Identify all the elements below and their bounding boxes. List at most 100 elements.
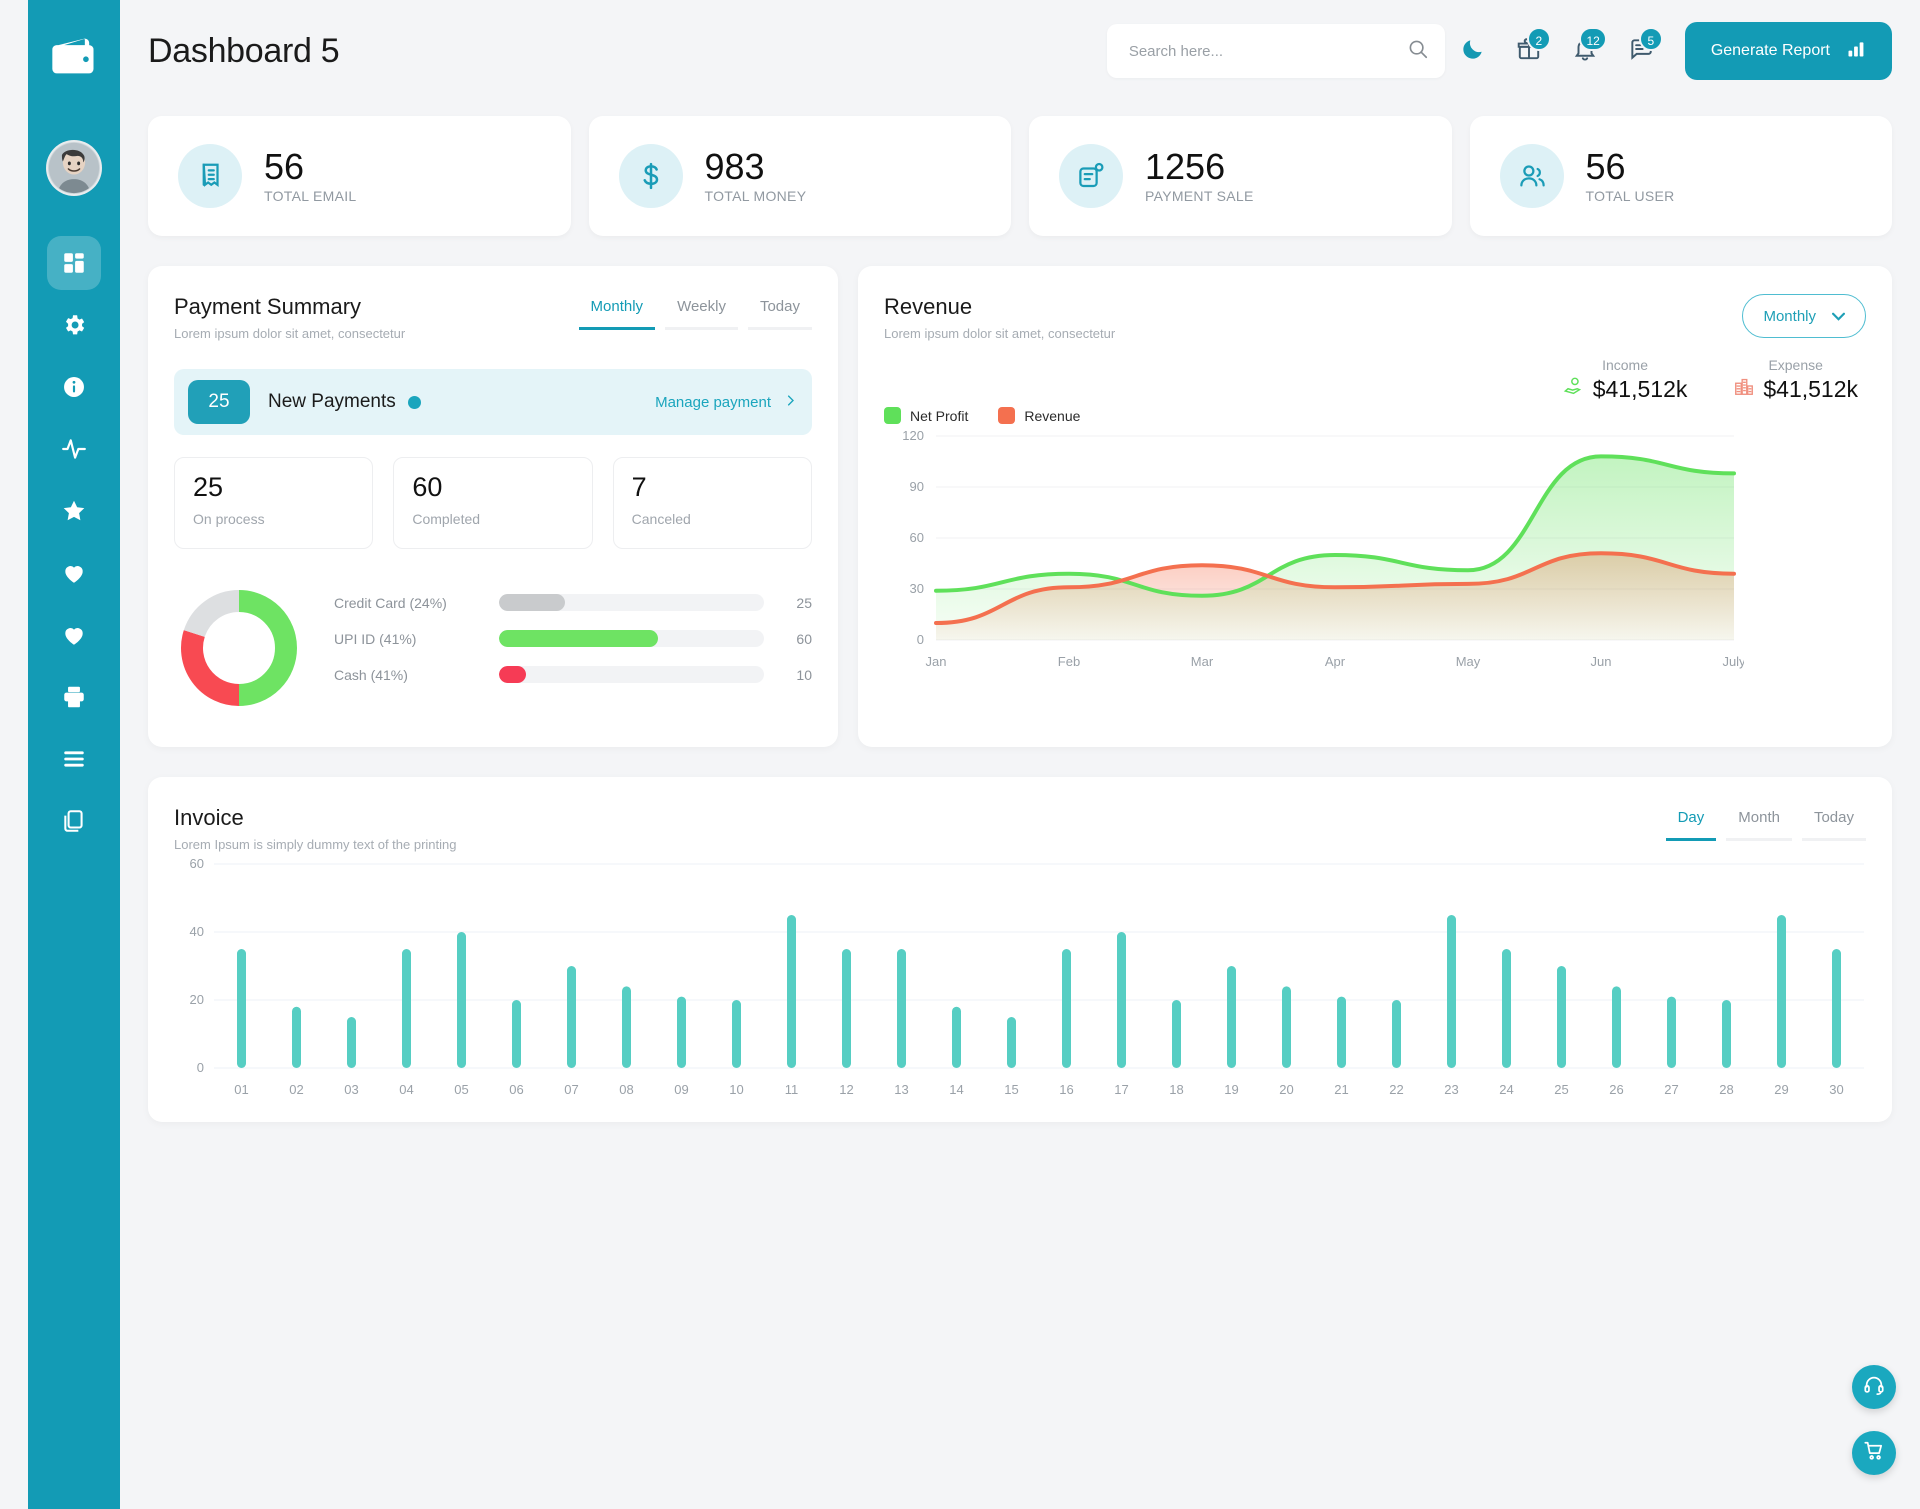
bar-label: Credit Card (24%) xyxy=(334,594,447,611)
svg-text:21: 21 xyxy=(1334,1082,1348,1097)
income-value-row: $41,512k xyxy=(1563,375,1687,403)
svg-text:12: 12 xyxy=(839,1082,853,1097)
tab-today[interactable]: Today xyxy=(1801,805,1866,841)
tab-today[interactable]: Today xyxy=(747,294,812,330)
sidebar-item-saved[interactable] xyxy=(47,608,101,662)
income-block: Income $41,512k xyxy=(1563,357,1687,403)
svg-text:29: 29 xyxy=(1774,1082,1788,1097)
revenue-header: Revenue Lorem ipsum dolor sit amet, cons… xyxy=(884,294,1866,341)
payment-summary-subtitle: Lorem ipsum dolor sit amet, consectetur xyxy=(174,326,406,341)
mini-stat-label: Completed xyxy=(412,511,481,527)
sidebar-item-files[interactable] xyxy=(47,794,101,848)
sidebar-item-likes[interactable] xyxy=(47,546,101,600)
revenue-period-select[interactable]: Monthly xyxy=(1742,294,1866,338)
revenue-period-label: Monthly xyxy=(1763,307,1816,325)
svg-text:60: 60 xyxy=(910,530,924,545)
sidebar xyxy=(28,0,120,1509)
legend-label: Net Profit xyxy=(910,407,969,424)
stat-value: 56 xyxy=(1585,145,1626,187)
sidebar-item-dashboard[interactable] xyxy=(47,236,101,290)
expense-value: $41,512k xyxy=(1763,375,1858,402)
manage-payment-link[interactable]: Manage payment xyxy=(655,393,798,412)
sidebar-item-analytics[interactable] xyxy=(47,422,101,476)
stat-label: TOTAL USER xyxy=(1585,188,1675,205)
tab-day[interactable]: Day xyxy=(1665,805,1717,841)
mini-stat-on-process: 25 On process xyxy=(174,457,374,549)
invoice-header: Invoice Lorem Ipsum is simply dummy text… xyxy=(174,805,1866,852)
bar-value: 25 xyxy=(796,594,812,611)
support-fab-button[interactable] xyxy=(1852,1365,1896,1409)
sidebar-item-settings[interactable] xyxy=(47,298,101,352)
svg-text:22: 22 xyxy=(1389,1082,1403,1097)
tab-month[interactable]: Month xyxy=(1726,805,1792,841)
messages-button[interactable]: 5 xyxy=(1613,23,1669,79)
dollar-icon xyxy=(618,144,683,208)
svg-text:90: 90 xyxy=(910,479,924,494)
notifications-button[interactable]: 12 xyxy=(1557,23,1613,79)
payment-method-bars: Credit Card (24%) 25 UPI ID (41%) 60 Cas… xyxy=(334,594,812,702)
payment-summary-tabs: Monthly Weekly Today xyxy=(578,294,812,330)
stat-value: 983 xyxy=(704,145,765,187)
legend-swatch xyxy=(998,407,1016,424)
bar-fill xyxy=(499,630,658,647)
stat-value: 1256 xyxy=(1145,145,1226,187)
svg-text:120: 120 xyxy=(902,428,924,443)
bar-track xyxy=(499,630,764,647)
search-input[interactable] xyxy=(1128,42,1407,60)
sidebar-item-print[interactable] xyxy=(47,670,101,724)
avatar[interactable] xyxy=(46,140,102,196)
svg-text:02: 02 xyxy=(289,1082,303,1097)
wallet-logo-icon xyxy=(48,30,100,82)
sidebar-item-list[interactable] xyxy=(47,732,101,786)
search-icon[interactable] xyxy=(1407,38,1429,65)
svg-text:11: 11 xyxy=(785,1082,799,1097)
tab-weekly[interactable]: Weekly xyxy=(665,294,738,330)
legend-label: Revenue xyxy=(1024,407,1081,424)
cart-fab-button[interactable] xyxy=(1852,1431,1896,1475)
new-payments-banner[interactable]: 25 New Payments Manage payment xyxy=(174,369,812,435)
svg-text:19: 19 xyxy=(1224,1082,1238,1097)
revenue-title: Revenue xyxy=(884,294,973,319)
moon-icon xyxy=(1460,36,1486,67)
payment-donut-chart xyxy=(174,583,304,713)
svg-text:Mar: Mar xyxy=(1191,654,1214,669)
manage-payment-label: Manage payment xyxy=(655,393,771,411)
bar-track xyxy=(499,666,764,683)
dashboard-row-2: Payment Summary Lorem ipsum dolor sit am… xyxy=(148,266,1892,747)
svg-text:40: 40 xyxy=(190,924,204,939)
mini-stat-label: Canceled xyxy=(631,511,691,527)
income-expense-summary: Income $41,512k Expense $41,512k xyxy=(884,357,1866,403)
bar-label: Cash (41%) xyxy=(334,666,408,683)
note-icon xyxy=(1059,144,1123,208)
revenue-legend: Net Profit Revenue xyxy=(884,407,1866,424)
sidebar-item-favorites[interactable] xyxy=(47,484,101,538)
svg-text:27: 27 xyxy=(1664,1082,1678,1097)
revenue-card: Revenue Lorem ipsum dolor sit amet, cons… xyxy=(858,266,1892,747)
svg-text:Jan: Jan xyxy=(926,654,947,669)
search-box[interactable] xyxy=(1106,24,1445,78)
cart-icon xyxy=(1863,1440,1885,1467)
tab-monthly[interactable]: Monthly xyxy=(578,294,656,330)
mini-stat-label: On process xyxy=(193,511,265,527)
invoice-subtitle: Lorem Ipsum is simply dummy text of the … xyxy=(174,837,457,852)
mini-stat-canceled: 7 Canceled xyxy=(612,457,812,549)
dark-mode-toggle[interactable] xyxy=(1445,23,1501,79)
bar-value: 10 xyxy=(796,666,812,683)
svg-text:06: 06 xyxy=(509,1082,523,1097)
svg-text:04: 04 xyxy=(399,1082,413,1097)
new-payments-label: New Payments xyxy=(268,391,396,412)
legend-net-profit: Net Profit xyxy=(884,407,968,424)
expense-block: Expense $41,512k xyxy=(1733,357,1858,403)
svg-text:24: 24 xyxy=(1499,1082,1513,1097)
svg-text:May: May xyxy=(1456,654,1481,669)
svg-text:Feb: Feb xyxy=(1058,654,1080,669)
legend-revenue: Revenue xyxy=(998,407,1080,424)
stat-label: PAYMENT SALE xyxy=(1145,188,1254,205)
svg-text:20: 20 xyxy=(1279,1082,1293,1097)
invoice-bar-chart: 0 20 40 60 01 02 03 04 05 06 07 08 09 10 11 12 13 14 15 16 1… xyxy=(190,856,1864,1097)
gift-badge: 2 xyxy=(1526,27,1551,51)
sidebar-item-info[interactable] xyxy=(47,360,101,414)
svg-text:17: 17 xyxy=(1114,1082,1128,1097)
generate-report-button[interactable]: Generate Report xyxy=(1684,22,1892,80)
gifts-button[interactable]: 2 xyxy=(1501,23,1557,79)
